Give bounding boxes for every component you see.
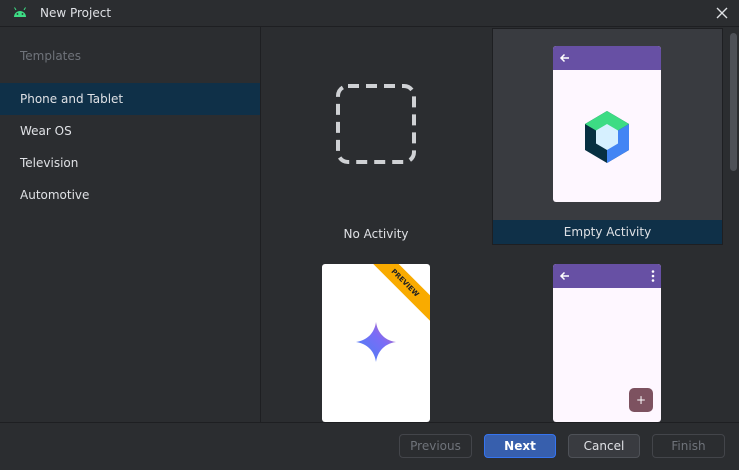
previous-button[interactable]: Previous	[399, 434, 472, 458]
template-basic-views[interactable]: +	[492, 253, 723, 422]
template-gemini-preview[interactable]: PREVIEW	[261, 253, 491, 422]
jetpack-compose-icon	[585, 111, 629, 163]
title-bar: New Project	[0, 0, 739, 27]
phone-preview: +	[553, 264, 661, 422]
sidebar-item-phone-and-tablet[interactable]: Phone and Tablet	[0, 83, 260, 115]
dialog-footer: Previous Next Cancel Finish	[0, 422, 739, 470]
sidebar-item-wear-os[interactable]: Wear OS	[0, 115, 260, 147]
android-icon	[14, 7, 26, 17]
template-no-activity[interactable]: No Activity	[261, 27, 491, 245]
cancel-button[interactable]: Cancel	[568, 434, 640, 458]
templates-heading: Templates	[20, 49, 82, 63]
template-gallery: No Activity Empty Activity PREVIEW +	[261, 27, 739, 422]
next-button[interactable]: Next	[484, 434, 556, 458]
template-label: No Activity	[343, 227, 409, 241]
back-arrow-icon	[559, 271, 569, 281]
sidebar-item-television[interactable]: Television	[0, 147, 260, 179]
template-empty-activity[interactable]: Empty Activity	[492, 28, 723, 245]
sidebar-item-automotive[interactable]: Automotive	[0, 179, 260, 211]
overflow-menu-icon	[651, 270, 655, 282]
template-label: Empty Activity	[493, 220, 722, 244]
finish-button[interactable]: Finish	[652, 434, 725, 458]
close-icon[interactable]	[713, 4, 731, 22]
fab-add-icon: +	[629, 388, 653, 412]
app-bar	[553, 264, 661, 288]
phone-preview	[553, 46, 661, 202]
gemini-sparkle-icon	[356, 322, 396, 362]
phone-preview: PREVIEW	[322, 264, 430, 422]
dashed-placeholder-icon	[336, 84, 416, 164]
templates-sidebar: Templates Phone and Tablet Wear OS Telev…	[0, 27, 261, 422]
window-title: New Project	[40, 6, 112, 20]
preview-ribbon: PREVIEW	[359, 264, 430, 329]
back-arrow-icon	[559, 53, 569, 63]
vertical-scrollbar[interactable]	[730, 33, 737, 171]
app-bar	[553, 46, 661, 70]
